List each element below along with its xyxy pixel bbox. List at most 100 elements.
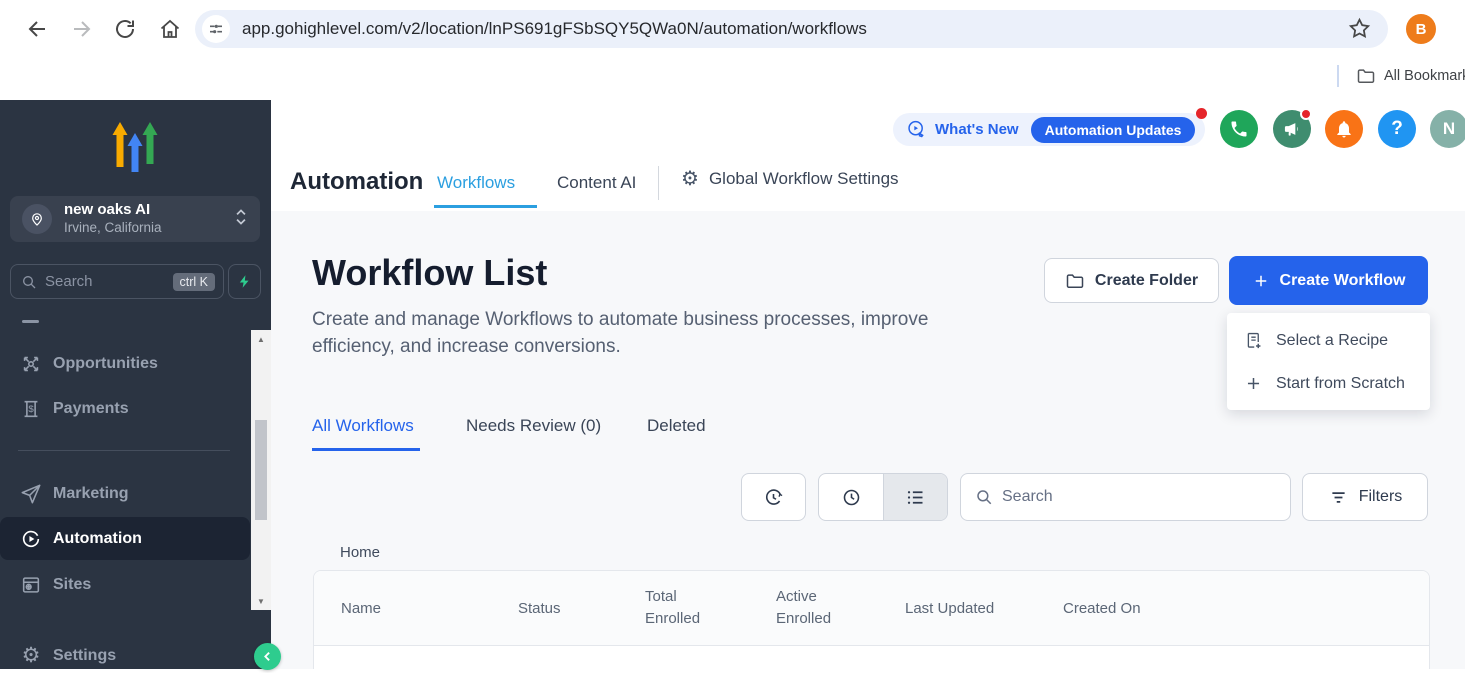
- column-header-name: Name: [341, 600, 518, 617]
- browser-profile-avatar[interactable]: B: [1406, 14, 1436, 44]
- notification-dot: [1300, 108, 1312, 120]
- whats-new-icon: [906, 119, 927, 140]
- column-header-total-enrolled: Total Enrolled: [645, 586, 776, 630]
- url-text: app.gohighlevel.com/v2/location/lnPS691g…: [242, 19, 867, 39]
- automation-updates-badge[interactable]: Automation Updates: [1031, 117, 1196, 143]
- bell-icon: [1334, 119, 1354, 139]
- filter-icon: [1328, 487, 1349, 508]
- location-city: Irvine, California: [64, 220, 162, 237]
- list-icon: [905, 487, 926, 508]
- workflow-list-subtitle: Create and manage Workflows to automate …: [312, 306, 1012, 360]
- plus-icon: [1252, 272, 1270, 290]
- history-button[interactable]: [741, 473, 806, 521]
- page-title: Automation: [290, 168, 423, 196]
- location-switcher[interactable]: new oaks AI Irvine, California: [10, 196, 260, 242]
- column-header-active-enrolled: Active Enrolled: [776, 586, 905, 630]
- back-icon[interactable]: [25, 17, 49, 41]
- sidebar-item-automation[interactable]: Automation: [0, 517, 250, 560]
- forward-icon[interactable]: [70, 17, 94, 41]
- search-icon: [975, 488, 993, 506]
- sidebar-collapse-button[interactable]: [254, 643, 281, 670]
- svg-text:$: $: [28, 404, 34, 415]
- phone-icon: [1229, 119, 1249, 139]
- recipe-icon: [1244, 331, 1263, 350]
- folder-icon: [1356, 66, 1376, 86]
- avatar-initial: N: [1443, 119, 1455, 139]
- help-button[interactable]: ?: [1378, 110, 1416, 148]
- whats-new-pill[interactable]: What's New Automation Updates: [893, 113, 1205, 146]
- column-header-status: Status: [518, 600, 645, 617]
- sidebar-item-settings[interactable]: ⚙ Settings: [0, 639, 250, 673]
- gohighlevel-logo-icon: [112, 122, 158, 172]
- sidebar-search[interactable]: ctrl K: [10, 264, 224, 299]
- main-content: What's New Automation Updates ? N Automa…: [271, 100, 1465, 669]
- sidebar-item-sites[interactable]: Sites: [0, 568, 250, 602]
- sidebar: new oaks AI Irvine, California ctrl K Op…: [0, 100, 271, 669]
- header-divider: [658, 166, 659, 200]
- global-workflow-settings-button[interactable]: ⚙ Global Workflow Settings: [681, 168, 899, 190]
- payments-icon: $: [20, 398, 42, 420]
- quick-actions-button[interactable]: [228, 264, 261, 299]
- scroll-up-icon[interactable]: ▲: [251, 330, 271, 348]
- menu-item-start-from-scratch[interactable]: Start from Scratch: [1227, 362, 1430, 405]
- scrollbar-thumb[interactable]: [255, 420, 267, 520]
- partial-menu-item: [22, 320, 39, 323]
- list-view-button[interactable]: [883, 474, 947, 520]
- time-view-button[interactable]: [819, 474, 883, 520]
- notifications-button[interactable]: [1325, 110, 1363, 148]
- bookmark-star-icon[interactable]: [1347, 16, 1372, 41]
- workflow-search[interactable]: [960, 473, 1291, 521]
- active-tab-underline: [434, 205, 537, 208]
- lightning-bolt-icon: [237, 274, 252, 289]
- gear-icon: ⚙: [681, 168, 699, 190]
- tab-workflows[interactable]: Workflows: [437, 173, 515, 193]
- chevron-left-icon: [261, 650, 274, 663]
- tab-deleted[interactable]: Deleted: [647, 416, 706, 436]
- history-clock-icon: [763, 487, 784, 508]
- clock-icon: [841, 487, 862, 508]
- phone-button[interactable]: [1220, 110, 1258, 148]
- location-name: new oaks AI: [64, 201, 162, 220]
- sidebar-item-marketing[interactable]: Marketing: [0, 477, 250, 511]
- marketing-send-icon: [20, 483, 42, 505]
- settings-gear-icon: ⚙: [20, 645, 42, 667]
- breadcrumb-home[interactable]: Home: [340, 544, 380, 561]
- scroll-down-icon[interactable]: ▼: [251, 592, 271, 610]
- megaphone-icon: [1282, 119, 1302, 139]
- location-pin-icon: [22, 204, 52, 234]
- sidebar-item-payments[interactable]: $ Payments: [0, 392, 250, 426]
- automation-icon: [20, 528, 42, 550]
- sites-icon: [20, 574, 42, 596]
- sidebar-search-input[interactable]: [45, 273, 145, 290]
- create-folder-button[interactable]: Create Folder: [1044, 258, 1219, 303]
- tab-content-ai[interactable]: Content AI: [557, 173, 636, 193]
- site-settings-icon[interactable]: [202, 15, 230, 43]
- create-workflow-button[interactable]: Create Workflow: [1229, 256, 1428, 305]
- workflow-search-input[interactable]: [1002, 488, 1272, 506]
- table-header-row: Name Status Total Enrolled Active Enroll…: [314, 571, 1429, 646]
- question-mark-icon: ?: [1391, 118, 1403, 140]
- active-tab-underline: [312, 448, 420, 451]
- column-header-created-on: Created On: [1063, 600, 1429, 617]
- sidebar-scrollbar[interactable]: ▲ ▼: [251, 330, 271, 610]
- tab-needs-review[interactable]: Needs Review (0): [466, 416, 601, 436]
- refresh-icon[interactable]: [113, 17, 137, 41]
- search-icon: [21, 274, 37, 290]
- address-bar[interactable]: app.gohighlevel.com/v2/location/lnPS691g…: [195, 10, 1388, 48]
- folder-icon: [1065, 271, 1085, 291]
- chevron-up-down-icon: [234, 207, 248, 232]
- create-workflow-menu: Select a Recipe Start from Scratch: [1227, 313, 1430, 410]
- tab-all-workflows[interactable]: All Workflows: [312, 416, 414, 436]
- opportunities-icon: [20, 353, 42, 375]
- filters-button[interactable]: Filters: [1302, 473, 1428, 521]
- sidebar-item-opportunities[interactable]: Opportunities: [0, 347, 250, 381]
- notification-dot: [1196, 108, 1207, 119]
- menu-item-select-recipe[interactable]: Select a Recipe: [1227, 319, 1430, 362]
- workflow-list-title: Workflow List: [312, 252, 547, 294]
- view-toggle: [818, 473, 948, 521]
- user-avatar[interactable]: N: [1430, 110, 1465, 148]
- plus-icon: [1244, 374, 1263, 393]
- home-icon[interactable]: [158, 17, 182, 41]
- table-row: [314, 646, 1429, 669]
- all-bookmarks-label[interactable]: All Bookmarks: [1384, 68, 1465, 84]
